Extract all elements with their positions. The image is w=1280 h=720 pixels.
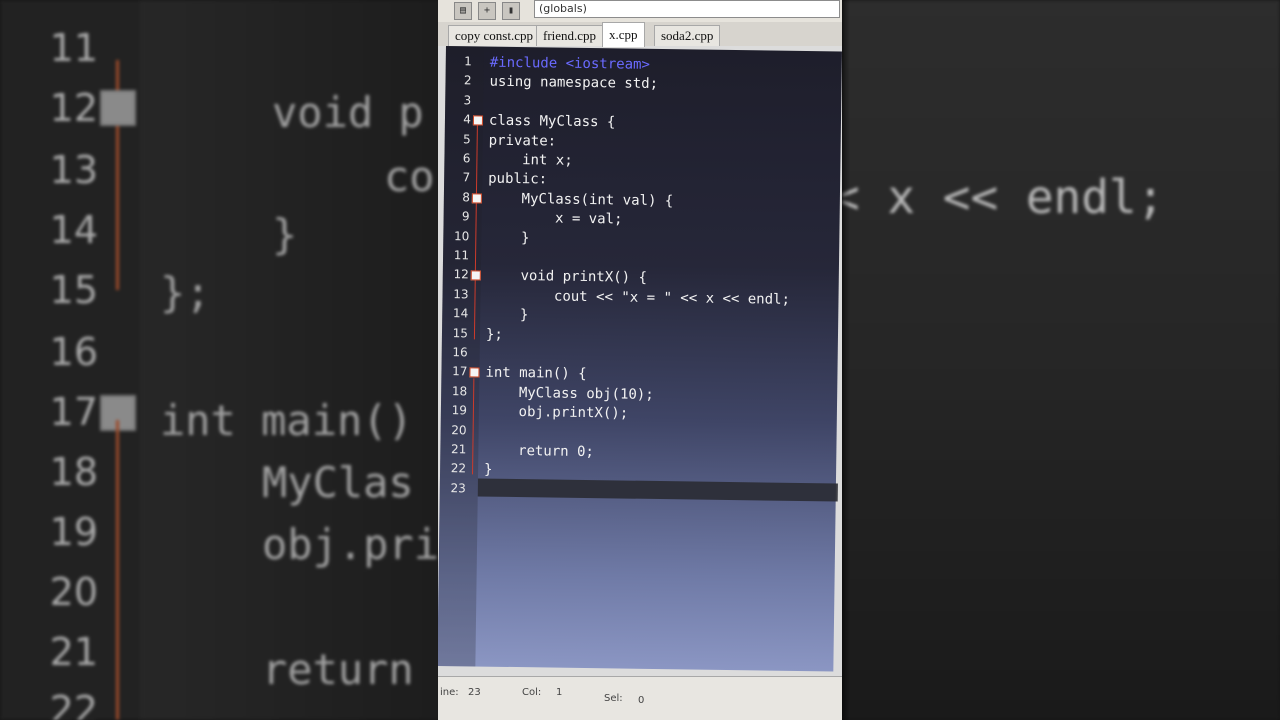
background-code: co: [384, 152, 435, 201]
window-shadow: [842, 0, 850, 720]
line-number: 22: [450, 461, 467, 476]
tab-friend-cpp[interactable]: friend.cpp: [536, 25, 604, 46]
code-text: class MyClass {: [488, 112, 616, 131]
line-number: 1: [464, 54, 472, 69]
code-text: void printX() {: [486, 267, 648, 287]
tab-soda2-cpp[interactable]: soda2.cpp: [654, 25, 721, 46]
status-bar: ine: 23 Col: 1 Sel: 0: [438, 676, 842, 720]
line-number: 21: [450, 442, 467, 457]
line-number: 23: [450, 480, 466, 496]
new-file-icon[interactable]: ▤: [454, 2, 472, 20]
background-line-number: 15: [49, 268, 98, 312]
status-sel-value: 0: [638, 695, 645, 706]
fold-toggle-icon[interactable]: [470, 270, 481, 281]
status-line-label: ine:: [440, 687, 459, 698]
ide-window: ▤ + ▮ (globals) copy const.cpp friend.cp…: [438, 0, 842, 720]
background-line-number: 19: [49, 510, 98, 554]
line-number: 14: [452, 306, 469, 321]
code-text: public:: [488, 170, 548, 188]
background-line-number: 13: [49, 148, 98, 192]
line-number: 17: [452, 364, 468, 379]
toolbar: ▤ + ▮ (globals): [438, 0, 842, 23]
background-code: int main(): [160, 396, 413, 445]
code-editor[interactable]: 1 #include <iostream> 2 using namespace std…: [438, 46, 842, 672]
line-number: 18: [451, 383, 468, 399]
line-number: 12: [453, 267, 469, 282]
code-text: MyClass(int val) {: [487, 190, 674, 209]
line-number: 11: [453, 248, 470, 263]
line-number: 5: [462, 131, 471, 146]
code-text: int x;: [488, 151, 573, 169]
background-code: void p: [272, 88, 424, 137]
code-line: 23: [440, 481, 836, 507]
background-code: obj.pri: [262, 520, 440, 569]
background-fold-rule: [116, 420, 119, 720]
background-line-number: 11: [49, 26, 98, 70]
line-number: 9: [461, 209, 470, 224]
background-line-number: 21: [49, 630, 98, 674]
background-code: < x << endl;: [842, 170, 1165, 224]
background-line-number: 16: [49, 330, 98, 374]
code-text: int main() {: [485, 364, 587, 383]
line-number: 19: [451, 403, 468, 418]
fold-toggle-icon[interactable]: [472, 115, 484, 126]
background-line-number: 17: [49, 390, 98, 434]
code-text: return 0;: [484, 442, 595, 461]
background-code: return: [262, 645, 414, 694]
line-number: 6: [462, 151, 471, 166]
save-icon[interactable]: ▮: [502, 2, 520, 20]
tab-copy-const-cpp[interactable]: copy const.cpp: [448, 25, 540, 46]
background-line-number: 22: [49, 688, 98, 720]
background-line-number: 12: [49, 86, 98, 130]
background-line-number: 18: [49, 450, 98, 494]
line-number: 8: [462, 190, 470, 205]
code-text: cout << "x = " << x << endl;: [486, 287, 791, 308]
scope-dropdown[interactable]: (globals): [534, 0, 840, 18]
code-text: #include <iostream>: [489, 54, 651, 73]
status-col-label: Col:: [522, 687, 542, 698]
line-number: 20: [451, 422, 467, 437]
line-number: 7: [462, 170, 471, 185]
code-text: using namespace std;: [489, 74, 659, 93]
code-text: }: [486, 306, 529, 324]
background-code: }: [272, 210, 298, 259]
status-col-value: 1: [556, 687, 563, 698]
background-fold-box: [100, 90, 136, 126]
tab-x-cpp[interactable]: x.cpp: [602, 22, 645, 47]
code-text: x = val;: [487, 209, 623, 228]
line-number: 15: [452, 325, 469, 340]
background-zoom-right: < x << endl;: [842, 0, 1280, 720]
code-text: }: [483, 461, 493, 479]
add-icon[interactable]: +: [478, 2, 496, 20]
background-zoom-left: 11 12 13 14 15 16 17 18 19 20 21 22 void…: [0, 0, 440, 720]
line-number: 2: [463, 73, 472, 88]
code-text: };: [485, 326, 503, 343]
fold-toggle-icon[interactable]: [471, 193, 482, 204]
background-line-number: 14: [49, 208, 98, 252]
status-sel-label: Sel:: [604, 693, 623, 704]
line-number: 4: [463, 112, 472, 127]
line-number: 3: [463, 93, 472, 108]
code-text: obj.printX();: [484, 403, 629, 422]
code-text: }: [487, 229, 530, 246]
code-text: private:: [488, 132, 557, 150]
line-number: 16: [452, 345, 468, 360]
status-line-value: 23: [468, 687, 481, 698]
code-text: MyClass obj(10);: [485, 384, 654, 403]
line-number: 10: [453, 228, 470, 243]
background-code: };: [160, 268, 211, 317]
line-number: 13: [453, 286, 469, 302]
tab-bar: copy const.cpp friend.cpp x.cpp soda2.cp…: [438, 22, 842, 47]
background-code: MyClas: [262, 458, 414, 507]
background-line-number: 20: [49, 570, 98, 614]
fold-toggle-icon[interactable]: [469, 367, 480, 378]
